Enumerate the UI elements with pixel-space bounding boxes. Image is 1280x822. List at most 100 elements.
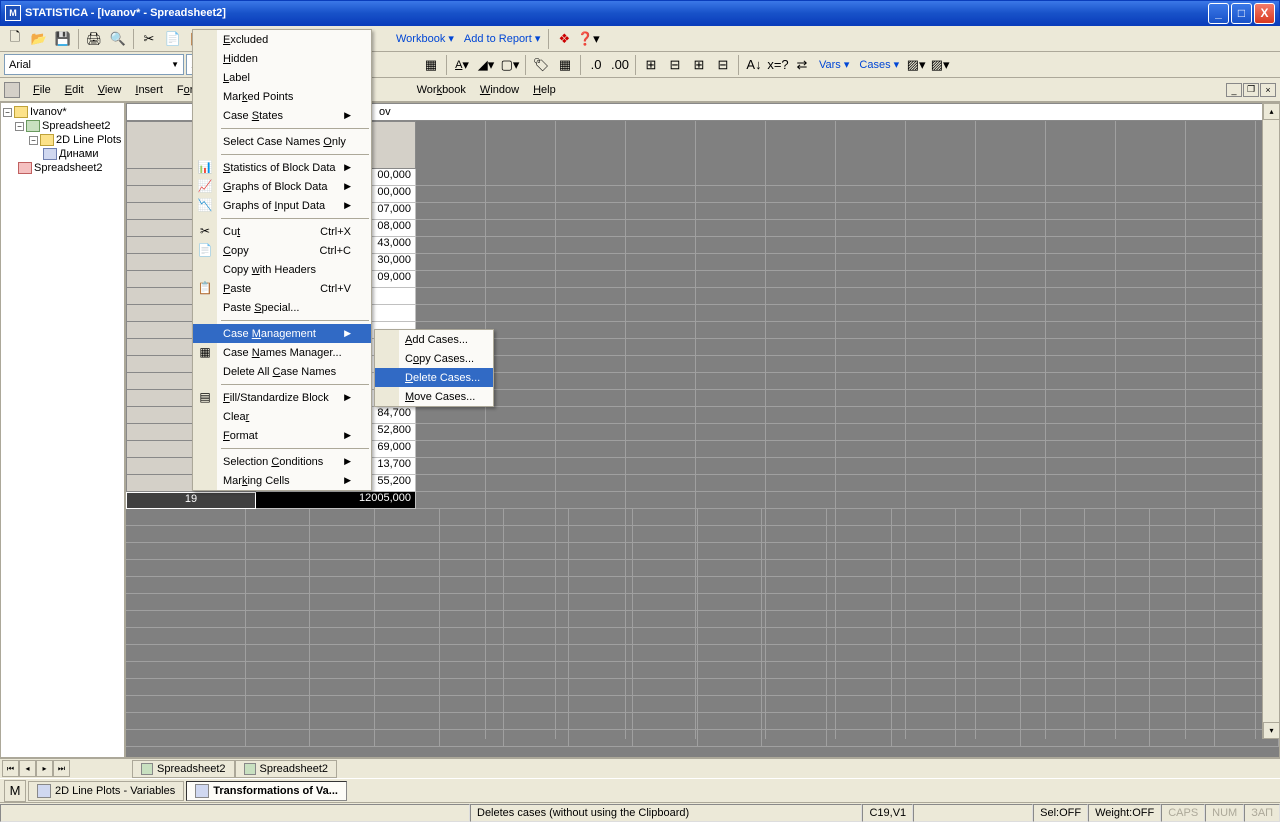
menu-item[interactable]: Marking Cells▶ [193,471,371,490]
mdi-restore[interactable]: ❐ [1243,83,1259,97]
new-icon[interactable]: 🗋 [4,28,26,50]
scroll-up-icon[interactable]: ▴ [1263,103,1280,120]
menu-view[interactable]: View [91,81,129,99]
sort-icon[interactable]: A↓ [743,54,765,76]
menu-item[interactable]: 📈Graphs of Block Data▶ [193,177,371,196]
print-icon[interactable]: 🖨 [83,28,105,50]
task-button[interactable]: 2D Line Plots - Variables [28,781,184,801]
cases-del-icon[interactable]: ⊟ [664,54,686,76]
pattern2-icon[interactable]: ▨▾ [929,54,951,76]
task-label: 2D Line Plots - Variables [55,785,175,797]
minimize-button[interactable]: _ [1208,3,1229,24]
cell[interactable]: 12005,000 [256,492,416,509]
menu-item[interactable]: 📄CopyCtrl+C [193,241,371,260]
save-icon[interactable]: 💾 [52,28,74,50]
fill-color-icon[interactable]: ◢▾ [475,54,497,76]
menu-item[interactable]: Format▶ [193,426,371,445]
menu-item[interactable]: Marked Points [193,87,371,106]
submenu-item[interactable]: Add Cases... [375,330,493,349]
menu-item[interactable]: Case Management▶ [193,324,371,343]
vars-ins-icon[interactable]: ⊞ [688,54,710,76]
menu-item[interactable]: ▦Case Names Manager... [193,343,371,362]
menu-item[interactable]: Excluded [193,30,371,49]
tab-first-icon[interactable]: ⏮ [2,760,19,777]
recode-icon[interactable]: ⇄ [791,54,813,76]
tab-prev-icon[interactable]: ◂ [19,760,36,777]
menu-item[interactable]: ▤Fill/Standardize Block▶ [193,388,371,407]
close-button[interactable]: X [1254,3,1275,24]
tree-item[interactable]: Spreadsheet2 [3,161,122,175]
menu-item[interactable]: Hidden [193,49,371,68]
submenu-item[interactable]: Move Cases... [375,387,493,406]
task-label: Transformations of Va... [213,785,338,797]
help-icon[interactable]: ❓▾ [577,28,599,50]
submenu-item[interactable]: Delete Cases... [375,368,493,387]
format-icon[interactable]: ▦ [420,54,442,76]
font-select[interactable]: Arial▼ [4,54,184,75]
menu-item[interactable]: ✂CutCtrl+X [193,222,371,241]
menu-item[interactable]: Delete All Case Names [193,362,371,381]
open-icon[interactable]: 📂 [28,28,50,50]
task-button-active[interactable]: Transformations of Va... [186,781,347,801]
maximize-button[interactable]: □ [1231,3,1252,24]
doc-tab[interactable]: Spreadsheet2 [235,760,338,778]
window-buttons: _ □ X [1208,3,1275,24]
menu-window[interactable]: Window [473,81,526,99]
tag-icon[interactable]: 🏷 [530,54,552,76]
menu-item[interactable]: Copy with Headers [193,260,371,279]
scroll-down-icon[interactable]: ▾ [1263,722,1280,739]
border-icon[interactable]: ▢▾ [499,54,521,76]
selected-row[interactable]: 19 12005,000 [126,492,416,509]
menu-item[interactable]: Label [193,68,371,87]
tab-next-icon[interactable]: ▸ [36,760,53,777]
vars-del-icon[interactable]: ⊟ [712,54,734,76]
tree-label: Динами [59,148,99,160]
recalc-icon[interactable]: x=? [767,54,789,76]
mdi-minimize[interactable]: _ [1226,83,1242,97]
menu-workbook[interactable]: Workbook [410,81,473,99]
submenu-item[interactable]: Copy Cases... [375,349,493,368]
tree-item[interactable]: − Spreadsheet2 [3,119,122,133]
tree-root[interactable]: − Ivanov* [3,105,122,119]
tab-last-icon[interactable]: ⏭ [53,760,70,777]
tree-toggle-icon[interactable]: − [3,108,12,117]
cut-icon[interactable]: ✂ [138,28,160,50]
app-icon[interactable]: M [4,780,26,802]
menu-file[interactable]: File [26,81,58,99]
tree-item[interactable]: Динами [3,147,122,161]
preview-icon[interactable]: 🔍 [107,28,129,50]
menu-item[interactable]: 📋PasteCtrl+V [193,279,371,298]
menu-edit[interactable]: Edit [58,81,91,99]
menu-help[interactable]: Help [526,81,563,99]
pattern1-icon[interactable]: ▨▾ [905,54,927,76]
menu-item[interactable]: Case States▶ [193,106,371,125]
mdi-close[interactable]: × [1260,83,1276,97]
menu-item[interactable]: 📊Statistics of Block Data▶ [193,158,371,177]
add-to-report[interactable]: Add to Report ▾ [460,32,544,45]
doc-tab[interactable]: Spreadsheet2 [132,760,235,778]
add-to-workbook[interactable]: Workbook ▾ [392,32,458,45]
tree-item[interactable]: − 2D Line Plots [3,133,122,147]
cases-ins-icon[interactable]: ⊞ [640,54,662,76]
tree-toggle-icon[interactable]: − [29,136,38,145]
menu-item[interactable]: Clear [193,407,371,426]
mdi-icon[interactable] [4,82,20,98]
decimal-dec-icon[interactable]: .00 [609,54,631,76]
menu-item[interactable]: Paste Special... [193,298,371,317]
scrollbar-vertical[interactable]: ▴ ▾ [1262,103,1279,739]
menu-insert[interactable]: Insert [128,81,170,99]
copy-icon[interactable]: 📄 [162,28,184,50]
row-header[interactable]: 19 [126,492,256,509]
menu-item[interactable]: 📉Graphs of Input Data▶ [193,196,371,215]
menu-item[interactable]: Selection Conditions▶ [193,452,371,471]
font-color-icon[interactable]: A▾ [451,54,473,76]
macro-icon[interactable]: ❖ [553,28,575,50]
taskbar: M 2D Line Plots - Variables Transformati… [0,778,1280,802]
vars-menu[interactable]: Vars ▾ [815,58,853,71]
tree-toggle-icon[interactable]: − [15,122,24,131]
cases-menu[interactable]: Cases ▾ [855,58,903,71]
menu-item[interactable]: Select Case Names Only [193,132,371,151]
decimal-inc-icon[interactable]: .0 [585,54,607,76]
workbook-tree[interactable]: − Ivanov* − Spreadsheet2 − 2D Line Plots… [0,102,125,758]
grid-icon[interactable]: ▦ [554,54,576,76]
